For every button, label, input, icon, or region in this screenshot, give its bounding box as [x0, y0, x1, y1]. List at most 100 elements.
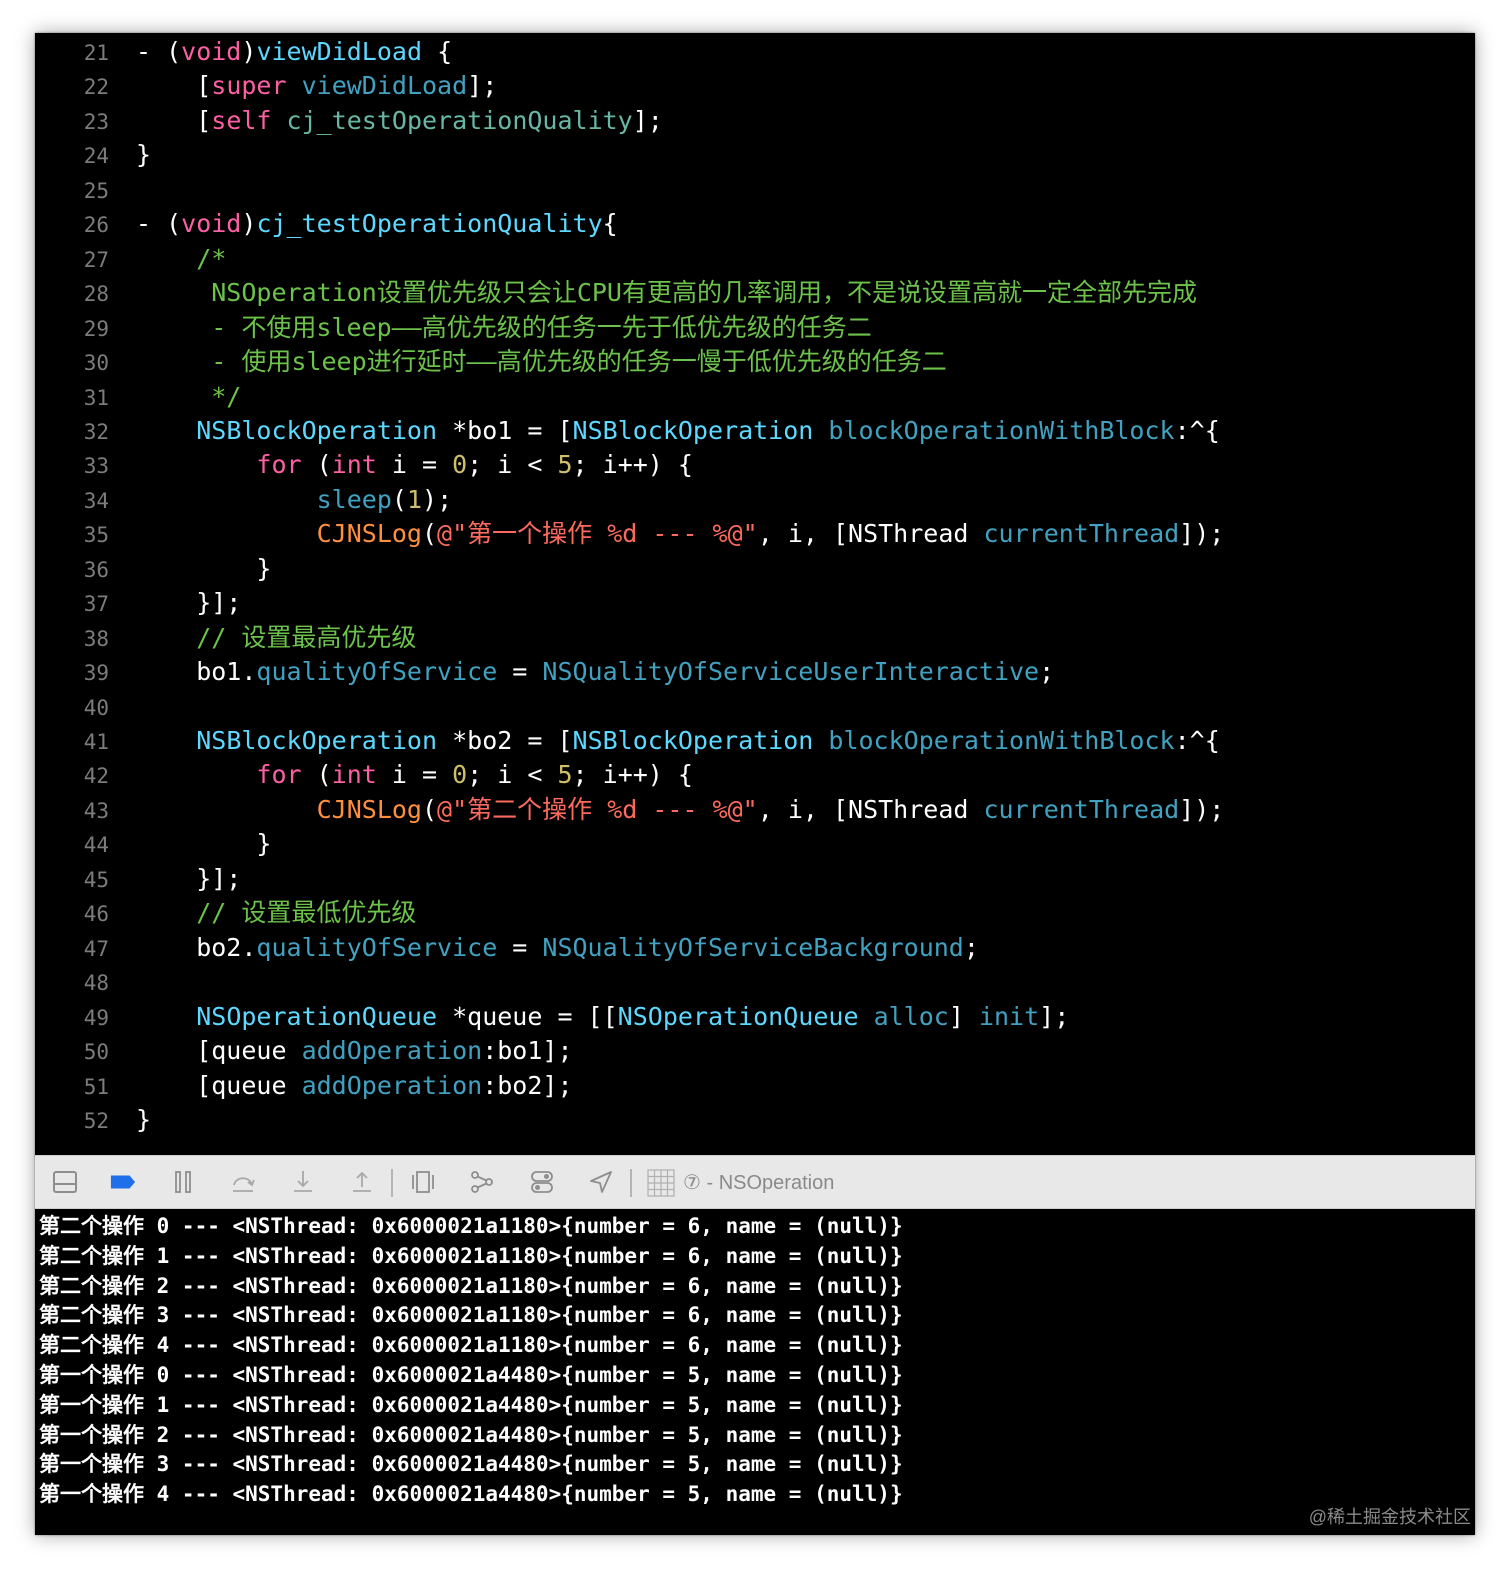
toggle-breakpoints-button[interactable] [109, 1168, 137, 1196]
code-line[interactable]: 42 for (int i = 0; i < 5; i++) { [35, 758, 1475, 792]
line-number: 27 [83, 247, 109, 272]
code-line[interactable]: 52} [35, 1103, 1475, 1137]
code-token: @"第二个操作 %d --- %@" [437, 794, 758, 824]
pause-button[interactable] [169, 1168, 197, 1196]
code-line[interactable]: 32 NSBlockOperation *bo1 = [NSBlockOpera… [35, 414, 1475, 448]
environment-icon [531, 1171, 553, 1193]
console-line: 第二个操作 3 --- <NSThread: 0x6000021a1180>{n… [39, 1303, 903, 1328]
line-number: 28 [83, 282, 109, 307]
console-line: 第一个操作 0 --- <NSThread: 0x6000021a4480>{n… [39, 1363, 903, 1387]
code-line[interactable]: 38 // 设置最高优先级 [35, 621, 1475, 655]
step-out-button[interactable] [348, 1168, 376, 1196]
debug-view-hierarchy-button[interactable] [409, 1168, 437, 1196]
step-into-icon [294, 1171, 312, 1192]
console-output[interactable]: 第二个操作 0 --- <NSThread: 0x6000021a1180>{n… [35, 1209, 1475, 1535]
code-line[interactable]: 28 NSOperation设置优先级只会让CPU有更高的几率调用，不是说设置高… [35, 276, 1475, 310]
code-line[interactable]: 25 [35, 173, 1475, 207]
code-token: NSBlockOperation [572, 726, 814, 755]
code-line[interactable]: 51 [queue addOperation:bo2]; [35, 1069, 1475, 1103]
code-token: - ( [136, 209, 182, 239]
hide-debug-area-button[interactable] [51, 1168, 79, 1196]
line-number: 52 [83, 1108, 109, 1133]
code-token: = [497, 657, 543, 687]
code-token: 0 [452, 760, 468, 790]
code-text: } [136, 138, 151, 172]
code-line[interactable]: 50 [queue addOperation:bo1]; [35, 1034, 1475, 1068]
code-text: bo2.qualityOfService = NSQualityOfServic… [136, 931, 979, 965]
code-line[interactable]: 35 CJNSLog(@"第一个操作 %d --- %@", i, [NSThr… [35, 517, 1475, 551]
code-token: ; i++) { [572, 760, 693, 790]
line-number: 24 [83, 144, 109, 169]
code-token: void [181, 209, 242, 239]
code-line[interactable]: 46 // 设置最低优先级 [35, 896, 1475, 930]
code-line[interactable]: 33 for (int i = 0; i < 5; i++) { [35, 448, 1475, 482]
line-number: 22 [83, 75, 109, 100]
code-line[interactable]: 48 [35, 965, 1475, 999]
toolbar-separator [391, 1169, 393, 1197]
code-line[interactable]: 37 }]; [35, 586, 1475, 620]
code-token: [queue [136, 1036, 302, 1066]
code-token: :bo1]; [482, 1036, 573, 1066]
code-text: [queue addOperation:bo1]; [136, 1034, 573, 1068]
code-line[interactable]: 36 } [35, 552, 1475, 586]
code-token: void [181, 37, 242, 66]
code-line[interactable]: 27 /* [35, 242, 1475, 276]
code-line[interactable]: 39 bo1.qualityOfService = NSQualityOfSer… [35, 655, 1475, 689]
code-line[interactable]: 34 sleep(1); [35, 483, 1475, 517]
code-line[interactable]: 31 */ [35, 380, 1475, 414]
line-number: 31 [83, 385, 109, 410]
debug-breadcrumb[interactable]: ⑦ - NSOperation [683, 1169, 834, 1197]
line-number: 34 [83, 488, 109, 513]
code-line[interactable]: 29 - 不使用sleep——高优先级的任务一先于低优先级的任务二 [35, 311, 1475, 345]
simulate-location-button[interactable] [587, 1168, 615, 1196]
code-token: NSQualityOfServiceUserInteractive [542, 657, 1040, 687]
code-token: - ( [136, 37, 182, 66]
code-token: [queue [136, 1070, 302, 1100]
code-line[interactable]: 23 [self cj_testOperationQuality]; [35, 104, 1475, 138]
panel-bottom-icon [53, 1171, 77, 1193]
code-token: NSBlockOperation [572, 415, 814, 445]
code-line[interactable]: 26 - (void)cj_testOperationQuality{ [35, 207, 1475, 241]
code-token: ); [422, 484, 453, 514]
code-line[interactable]: 49 NSOperationQueue *queue = [[NSOperati… [35, 1000, 1475, 1034]
code-text: sleep(1); [136, 483, 453, 517]
step-into-button[interactable] [289, 1168, 317, 1196]
line-number: 36 [83, 557, 109, 582]
line-number: 49 [83, 1005, 109, 1030]
code-line[interactable]: 30 - 使用sleep进行延时——高优先级的任务一慢于低优先级的任务二 [35, 345, 1475, 379]
line-number: 23 [83, 109, 109, 134]
code-token: ]; [467, 71, 498, 101]
code-token: NSOperation设置优先级只会让CPU有更高的几率调用，不是说设置高就一定… [136, 278, 1197, 308]
code-token: viewDidLoad [256, 37, 423, 66]
code-token: /* [136, 243, 227, 273]
code-line[interactable]: 45 }]; [35, 862, 1475, 896]
code-line[interactable]: 41 NSBlockOperation *bo2 = [NSBlockOpera… [35, 724, 1475, 758]
code-token: { [602, 209, 618, 239]
code-token: blockOperationWithBlock [828, 415, 1175, 445]
code-line[interactable]: 21 - (void)viewDidLoad { [35, 35, 1475, 69]
code-line[interactable]: 43 CJNSLog(@"第二个操作 %d --- %@", i, [NSThr… [35, 793, 1475, 827]
code-line[interactable]: 22 [super viewDidLoad]; [35, 69, 1475, 103]
code-token: viewDidLoad [301, 71, 468, 101]
memory-graph-button[interactable] [468, 1168, 496, 1196]
step-over-button[interactable] [229, 1168, 257, 1196]
code-token: NSQualityOfServiceBackground [542, 932, 964, 962]
line-number: 39 [83, 661, 109, 686]
code-editor[interactable]: 21- (void)viewDidLoad {22 [super viewDid… [35, 33, 1475, 1155]
code-token: 5 [557, 450, 573, 480]
code-token: NSBlockOperation [196, 415, 438, 445]
code-line[interactable]: 24} [35, 138, 1475, 172]
code-line[interactable]: 40 [35, 690, 1475, 724]
code-text: }]; [136, 862, 241, 896]
code-token: ( [421, 794, 438, 824]
code-line[interactable]: 44 } [35, 827, 1475, 861]
code-token: cj_testOperationQuality [256, 209, 603, 239]
code-token: 1 [406, 484, 423, 514]
line-number: 43 [83, 798, 109, 823]
line-number: 41 [83, 730, 109, 754]
code-line[interactable]: 47 bo2.qualityOfService = NSQualityOfSer… [35, 931, 1475, 965]
environment-overrides-button[interactable] [528, 1168, 556, 1196]
code-text: // 设置最高优先级 [136, 621, 416, 655]
